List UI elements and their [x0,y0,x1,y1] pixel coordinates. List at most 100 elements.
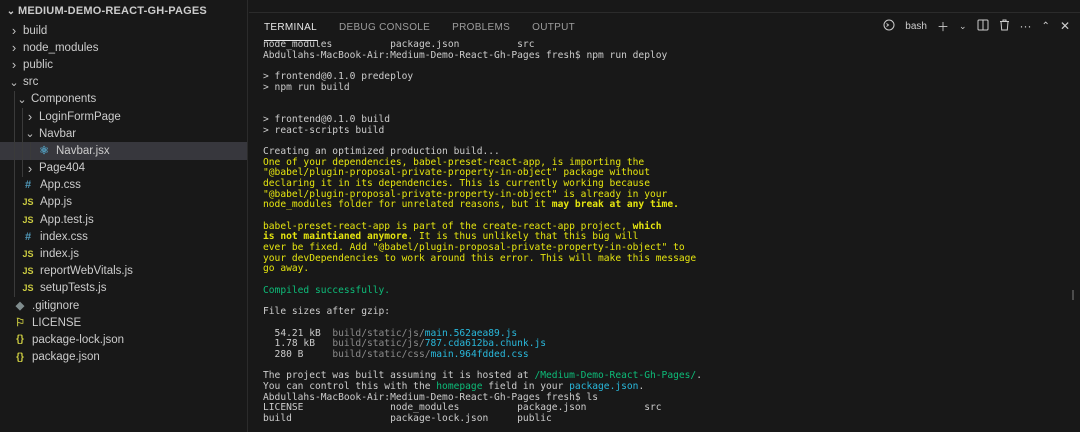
terminal-text: homepage [436,381,483,392]
tree-file[interactable]: JS App.js [0,193,247,212]
terminal-text: . [696,370,702,382]
terminal-text: ever be fixed. Add "@babel/plugin-propos… [263,242,685,254]
scrollbar-marker[interactable] [1072,290,1074,300]
terminal-line: build package-lock.json public [263,413,1069,425]
terminal-text: build package-lock.json public [263,413,552,425]
split-icon[interactable] [977,19,989,34]
terminal-text: Abdullahs-MacBook-Air:Medium-Demo-React-… [263,49,668,61]
tab-debug-console[interactable]: DEBUG CONSOLE [339,15,430,41]
tree-file[interactable]: ⚐ LICENSE [0,314,247,331]
indent-guide [14,193,15,212]
tree-file[interactable]: JS setupTests.js [0,279,247,297]
indent-guide [14,107,15,126]
terminal-text: . [638,381,645,392]
terminal-text: > npm run build [263,81,350,93]
terminal-text: LICENSE node_modules package.json src [263,402,662,414]
terminal-output[interactable]: node_modules package.json src Abdullahs-M… [263,40,1069,432]
panel-actions: bash ＋ ⌄ ··· ⌃ ✕ [883,13,1070,39]
terminal-text: is not maintianed anymore [263,231,408,243]
chevron-up-icon[interactable]: ⌃ [1042,21,1050,32]
terminal-icon[interactable] [883,19,895,34]
terminal-text: main.562aea89.js [424,327,518,339]
tree-item-label: public [23,58,54,71]
shell-label[interactable]: bash [905,21,927,32]
trash-icon[interactable] [999,19,1010,34]
terminal-text: 280 B [263,348,333,360]
chevron-down-icon[interactable]: ⌄ [959,21,967,32]
tree-item-label: package.json [32,351,100,364]
indent-guide [14,279,15,297]
tab-output[interactable]: OUTPUT [532,15,575,41]
tree-file[interactable]: {} package-lock.json [0,331,247,348]
javascript-file-icon: JS [22,283,34,294]
indent-guide [14,125,15,143]
tree-file[interactable]: JS index.js [0,245,247,263]
tree-folder[interactable]: › node_modules [0,39,247,56]
javascript-file-icon: JS [22,197,34,208]
terminal-text: > frontend@0.1.0 build [263,113,391,125]
terminal-line: > npm run build [263,81,1069,94]
tree-file[interactable]: # index.css [0,228,247,246]
terminal-text: . It is thus unlikely that this bug will [407,231,639,243]
terminal-text: > frontend@0.1.0 predeploy [263,71,414,83]
tree-folder[interactable]: › public [0,56,247,73]
terminal-text: File sizes after gzip: [263,306,391,318]
tree-item-label: .gitignore [32,299,80,312]
terminal-line: > frontend@0.1.0 predeploy [263,71,1069,83]
tree-item-label: node_modules [23,41,99,54]
tree-item-label: App.css [40,179,81,192]
chevron-down-icon: ⌄ [17,93,27,106]
terminal-text: build/static/js/ [332,327,425,339]
terminal-text: 54.21 kB [263,327,333,339]
terminal-line: File sizes after gzip: [263,306,1069,318]
terminal-line: your devDependencies to work around this… [263,252,1069,265]
tree-file[interactable]: JS App.test.js [0,211,247,229]
tree-folder[interactable]: › LoginFormPage [0,107,247,126]
chevron-down-icon: ⌄ [9,76,19,89]
tree-file[interactable]: ◆ .gitignore [0,297,247,314]
tree-folder[interactable]: ⌄ src [0,74,247,91]
tree-item-label: build [23,24,48,37]
terminal-text: Abdullahs-MacBook-Air:Medium-Demo-React-… [263,391,599,403]
bottom-panel: TERMINAL DEBUG CONSOLE PROBLEMS OUTPUT b… [249,0,1080,432]
terminal-text: node_modules folder for unrelated reason… [263,199,552,211]
indent-guide [22,159,23,177]
tree-file[interactable]: {} package.json [0,349,247,366]
tree-file[interactable]: # App.css [0,176,247,194]
tree-item-label: Navbar [39,127,77,140]
tree-folder[interactable]: › Page404 [0,159,247,177]
file-tree: › build › node_modules › public ⌄ src ⌄ Component… [0,22,247,366]
tree-file[interactable]: ⚛ Navbar.jsx [0,142,247,160]
terminal-text: > react-scripts build [263,124,385,136]
gitignore-file-icon: ◆ [15,300,25,313]
tree-item-label: Navbar.jsx [56,144,110,157]
indent-guide [30,142,31,160]
json-file-icon: {} [16,351,24,363]
tree-item-label: App.test.js [40,213,94,226]
explorer-project-header[interactable]: ⌄ MEDIUM-DEMO-REACT-GH-PAGES [0,0,247,22]
tree-item-label: LICENSE [32,316,82,329]
indent-guide [14,228,15,246]
javascript-file-icon: JS [22,249,34,260]
tab-problems[interactable]: PROBLEMS [452,15,510,41]
tree-folder[interactable]: ⌄ Navbar [0,125,247,143]
indent-guide [14,142,15,160]
indent-guide [22,125,23,143]
indent-guide [14,90,15,108]
close-icon[interactable]: ✕ [1060,19,1070,33]
tree-item-label: index.js [40,248,79,261]
explorer-sidebar: ⌄ MEDIUM-DEMO-REACT-GH-PAGES › build › node… [0,0,248,432]
terminal-text: your devDependencies to work around this… [263,252,697,264]
plus-icon[interactable]: ＋ [937,18,949,35]
tree-file[interactable]: JS reportWebVitals.js [0,262,247,280]
javascript-file-icon: JS [22,214,34,225]
tree-folder[interactable]: ⌄ Components [0,90,247,108]
terminal-line: Compiled successfully. [263,285,1069,297]
chevron-right-icon: › [27,160,33,176]
terminal-text: go away. [263,263,310,275]
ellipsis-icon[interactable]: ··· [1020,19,1032,33]
tab-terminal[interactable]: TERMINAL [264,15,317,41]
chevron-right-icon: › [11,23,17,39]
tree-folder[interactable]: › build [0,22,247,39]
